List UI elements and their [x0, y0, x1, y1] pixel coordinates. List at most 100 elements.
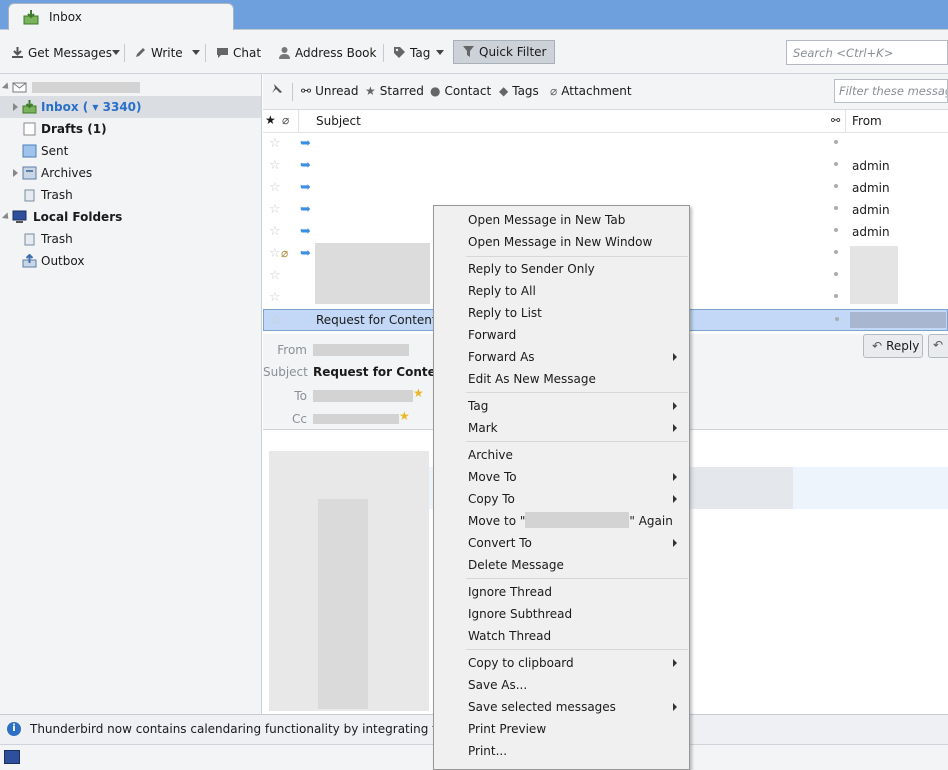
- write-dropdown[interactable]: [192, 50, 200, 55]
- menu-item-ignore-subthread[interactable]: Ignore Subthread: [435, 603, 688, 625]
- star-icon[interactable]: ★: [399, 409, 410, 423]
- read-status-dot[interactable]: [834, 162, 838, 166]
- message-row[interactable]: ☆ ➥ admin: [263, 155, 948, 177]
- star-icon[interactable]: ☆: [270, 313, 282, 328]
- read-status-dot[interactable]: [834, 250, 838, 254]
- star-icon[interactable]: ☆: [269, 202, 281, 217]
- star-icon[interactable]: ☆: [269, 290, 281, 305]
- expand-twisty[interactable]: [13, 169, 18, 177]
- menu-item-edit-as-new[interactable]: Edit As New Message: [435, 368, 688, 390]
- message-row[interactable]: ☆ ➥: [263, 133, 948, 155]
- menu-item-move-again[interactable]: Move to " " Again: [435, 510, 688, 532]
- get-messages-dropdown[interactable]: [112, 50, 120, 55]
- submenu-arrow-icon: [673, 402, 677, 410]
- menu-item-copy-clipboard[interactable]: Copy to clipboard: [435, 652, 688, 674]
- star-icon[interactable]: ☆: [269, 224, 281, 239]
- read-status-dot[interactable]: [834, 206, 838, 210]
- menu-item-archive[interactable]: Archive: [435, 444, 688, 466]
- menu-item-open-new-tab[interactable]: Open Message in New Tab: [435, 209, 688, 231]
- reply-button[interactable]: ↶ Reply: [863, 334, 923, 358]
- menu-item-forward[interactable]: Forward: [435, 324, 688, 346]
- folder-local-folders[interactable]: Local Folders: [0, 206, 261, 228]
- read-column-icon[interactable]: ⚯: [831, 114, 840, 127]
- pin-icon[interactable]: [269, 83, 285, 99]
- message-row[interactable]: ☆ ➥ admin: [263, 177, 948, 199]
- search-input[interactable]: Search <Ctrl+K>: [786, 40, 948, 65]
- menu-item-tag[interactable]: Tag: [435, 395, 688, 417]
- menu-label: " Again: [629, 514, 673, 528]
- menu-item-copy-to[interactable]: Copy To: [435, 488, 688, 510]
- chat-button[interactable]: Chat: [216, 42, 261, 64]
- tags-label: Tags: [512, 84, 539, 98]
- attachment-column-icon[interactable]: ⌀: [282, 113, 289, 127]
- folder-local-trash[interactable]: Trash: [0, 228, 261, 250]
- star-icon[interactable]: ☆: [269, 136, 281, 151]
- tags-filter[interactable]: ◆ Tags: [499, 84, 539, 98]
- menu-item-save-as[interactable]: Save As...: [435, 674, 688, 696]
- menu-label: Open Message in New Window: [468, 235, 653, 249]
- menu-item-print-preview[interactable]: Print Preview: [435, 718, 688, 740]
- folder-outbox[interactable]: Outbox: [0, 250, 261, 272]
- get-messages-button[interactable]: Get Messages: [11, 42, 112, 64]
- folder-sent[interactable]: Sent: [0, 140, 261, 162]
- account-row[interactable]: [0, 76, 261, 98]
- online-status-icon[interactable]: [4, 750, 20, 764]
- quick-filter-button[interactable]: Quick Filter: [453, 40, 556, 64]
- filter-messages-input[interactable]: Filter these messages: [834, 79, 948, 103]
- from-value-redacted[interactable]: [313, 344, 409, 356]
- read-status-dot[interactable]: [834, 228, 838, 232]
- chat-label: Chat: [233, 46, 262, 60]
- to-value-redacted[interactable]: [313, 390, 413, 402]
- menu-separator: [466, 578, 688, 579]
- attachment-filter[interactable]: ⌀ Attachment: [550, 84, 632, 98]
- menu-item-convert-to[interactable]: Convert To: [435, 532, 688, 554]
- starred-filter[interactable]: ★ Starred: [365, 84, 424, 98]
- menu-item-reply-sender[interactable]: Reply to Sender Only: [435, 258, 688, 280]
- folder-archives[interactable]: Archives: [0, 162, 261, 184]
- menu-item-open-new-window[interactable]: Open Message in New Window: [435, 231, 688, 253]
- contact-filter[interactable]: ● Contact: [430, 84, 491, 98]
- read-status-dot[interactable]: [834, 184, 838, 188]
- star-icon[interactable]: ☆: [269, 268, 281, 283]
- tag-dropdown[interactable]: [436, 50, 444, 55]
- read-status-dot[interactable]: [834, 294, 838, 298]
- folder-drafts[interactable]: Drafts (1): [0, 118, 261, 140]
- toolbar-divider: [292, 83, 293, 101]
- menu-item-delete[interactable]: Delete Message: [435, 554, 688, 576]
- star-icon[interactable]: ☆: [269, 180, 281, 195]
- folder-inbox[interactable]: Inbox ( ▾ 3340): [0, 96, 261, 118]
- menu-label: Archive: [468, 448, 513, 462]
- menu-item-reply-all[interactable]: Reply to All: [435, 280, 688, 302]
- tab-inbox[interactable]: Inbox: [8, 3, 234, 31]
- read-status-dot[interactable]: [834, 272, 838, 276]
- menu-label: Tag: [468, 399, 489, 413]
- menu-item-move-to[interactable]: Move To: [435, 466, 688, 488]
- menu-item-mark[interactable]: Mark: [435, 417, 688, 439]
- expand-twisty[interactable]: [1, 212, 12, 222]
- reply-all-button[interactable]: ↶: [928, 334, 948, 358]
- read-status-dot[interactable]: [834, 140, 838, 144]
- cc-value-redacted[interactable]: [313, 414, 399, 424]
- glasses-icon: ⚯: [301, 84, 312, 98]
- address-book-button[interactable]: Address Book: [278, 42, 376, 64]
- menu-item-watch-thread[interactable]: Watch Thread: [435, 625, 688, 647]
- star-icon[interactable]: ★: [413, 386, 424, 400]
- menu-item-print[interactable]: Print...: [435, 740, 688, 762]
- star-icon[interactable]: ☆: [269, 246, 281, 261]
- star-icon[interactable]: ☆: [269, 158, 281, 173]
- write-button[interactable]: Write: [134, 42, 183, 64]
- read-status-dot[interactable]: [835, 317, 839, 321]
- expand-twisty[interactable]: [13, 103, 18, 111]
- menu-item-ignore-thread[interactable]: Ignore Thread: [435, 581, 688, 603]
- subject-column-header[interactable]: Subject: [316, 114, 361, 128]
- from-column-header[interactable]: From: [852, 114, 882, 128]
- menu-item-save-selected[interactable]: Save selected messages: [435, 696, 688, 718]
- star-column-icon[interactable]: ★: [265, 113, 276, 127]
- menu-label: Print Preview: [468, 722, 547, 736]
- unread-filter[interactable]: ⚯ Unread: [301, 84, 358, 98]
- menu-item-forward-as[interactable]: Forward As: [435, 346, 688, 368]
- folder-trash[interactable]: Trash: [0, 184, 261, 206]
- tag-button[interactable]: Tag: [393, 42, 430, 64]
- expand-twisty[interactable]: [1, 82, 12, 92]
- menu-item-reply-list[interactable]: Reply to List: [435, 302, 688, 324]
